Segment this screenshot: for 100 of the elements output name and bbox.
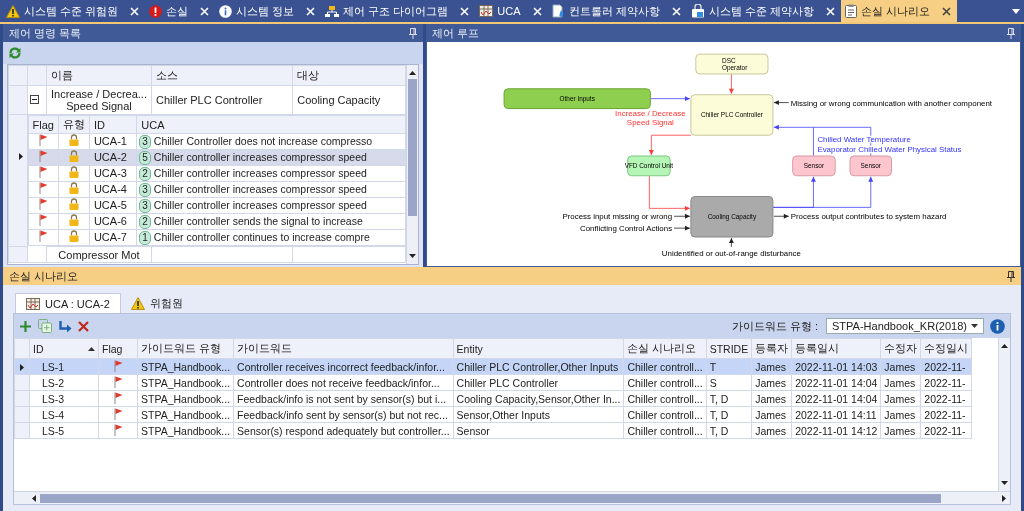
- table-cell: Cooling Capacity: [297, 94, 381, 106]
- scenario-row[interactable]: LS-1 STPA_Handbook... Controller receives incorrect feedback/infor... Chiller PLC Controller,Other Inputs Chiller controll... T James 2022-11-01 14:03 James 2022-11-: [14, 358, 972, 375]
- grid-icon: [479, 5, 494, 17]
- count-badge: 5: [139, 150, 151, 165]
- panel-tab[interactable]: 위험원: [120, 293, 193, 313]
- flag-icon: [38, 134, 48, 146]
- panel-title: 제어 루프: [432, 25, 480, 41]
- tab-label: 손실 시나리오: [860, 3, 930, 19]
- table-cell: STPA_Handbook...: [141, 424, 231, 437]
- table-cell: Controller does not receive feedback/infor...: [237, 376, 440, 389]
- table-cell: Cooling Capacity,Sensor,Other In...: [456, 392, 621, 405]
- flag-icon: [113, 391, 123, 404]
- dropdown-icon[interactable]: [1012, 8, 1020, 14]
- table-cell: Chiller Controller does not increase compresso: [153, 134, 373, 147]
- indent-button[interactable]: [58, 319, 72, 333]
- tab-label: 손실: [166, 3, 189, 19]
- scenario-row[interactable]: LS-5 STPA_Handbook... Sensor(s) respond adequately but controller... Sensor Chiller controll... T, D James 2022-11-01 14:12 James 2022-11-: [14, 422, 972, 439]
- flag-icon: [38, 198, 48, 210]
- info-icon: [219, 4, 233, 18]
- pin-icon[interactable]: [1007, 270, 1015, 282]
- document-tab[interactable]: 제어 구조 다이어그램: [321, 0, 476, 22]
- count-badge: 2: [139, 166, 151, 181]
- table-cell: Chiller controller sends the signal to increase: [153, 214, 363, 227]
- scenario-row[interactable]: LS-3 STPA_Handbook... Feedback/info is not sent by sensor(s) but i... Cooling Capacity,Sensor,Other In... Chiller controll... T, D James 2022-11-01 14:04 James 2022-11-: [14, 390, 972, 407]
- document-tab[interactable]: 시스템 수준 제약사항: [686, 0, 841, 22]
- lock-icon: [68, 230, 79, 242]
- add-button[interactable]: [19, 319, 32, 333]
- table-cell: Chiller controller increases compressor speed: [153, 182, 367, 195]
- document-tab[interactable]: 컨트롤러 제약사항: [547, 0, 687, 22]
- tab-label: UCA : UCA-2: [45, 297, 110, 310]
- column-header: Flag: [32, 118, 54, 131]
- count-badge: 1: [139, 230, 151, 245]
- caret-icon[interactable]: [971, 324, 978, 328]
- document-tab[interactable]: UCA: [475, 0, 548, 22]
- table-cell: James: [755, 360, 787, 373]
- scenario-row[interactable]: LS-2 STPA_Handbook... Controller does not receive feedback/infor... Chiller PLC Controller Chiller controll... S James 2022-11-01 14:04 James 2022-11-: [14, 374, 972, 391]
- scroll-up-icon[interactable]: [1001, 344, 1008, 348]
- table-cell: 2022-11-01 14:04: [795, 376, 878, 389]
- table-cell: 2022-11-: [924, 392, 966, 405]
- count-badge: 2: [139, 214, 151, 229]
- annotation-arrow: [673, 225, 691, 231]
- flag-icon: [113, 407, 123, 420]
- control-arrow: [728, 73, 734, 95]
- scroll-up-icon[interactable]: [409, 71, 416, 75]
- vertical-scrollbar[interactable]: [998, 338, 1010, 491]
- table-cell: James: [755, 408, 787, 421]
- table-cell: UCA-7: [93, 231, 127, 243]
- tab-label: 위험원: [149, 295, 183, 311]
- table-cell: T: [709, 360, 717, 373]
- refresh-button[interactable]: [8, 46, 22, 60]
- table-cell: Chiller controller increases compressor speed: [153, 198, 367, 211]
- table-cell: James: [755, 424, 787, 437]
- table-cell: LS-4: [42, 408, 65, 421]
- tab-label: 제어 구조 다이어그램: [343, 3, 449, 19]
- annotation-text: Conflicting Control Actions: [580, 224, 673, 234]
- clipboard-icon: [844, 4, 857, 18]
- column-header[interactable]: 가이드워드: [237, 341, 293, 356]
- guideword-type-dropdown[interactable]: STPA-Handbook_KR(2018): [826, 318, 984, 334]
- collapse-icon[interactable]: [30, 95, 39, 104]
- column-header[interactable]: Entity: [456, 342, 483, 355]
- scroll-down-icon[interactable]: [1001, 481, 1008, 485]
- table-cell: James: [755, 376, 787, 389]
- column-header: 이름: [51, 69, 73, 81]
- table-cell: 2022-11-01 14:03: [795, 360, 878, 373]
- table-cell: Controller receives incorrect feedback/infor...: [237, 360, 445, 373]
- control-arrow: [648, 134, 692, 156]
- close-icon[interactable]: [941, 6, 951, 16]
- scroll-left-icon[interactable]: [32, 494, 36, 502]
- flag-icon: [113, 423, 123, 436]
- column-header: UCA: [141, 118, 165, 131]
- horizontal-scrollbar[interactable]: [14, 491, 1010, 504]
- scroll-right-icon[interactable]: [1002, 494, 1006, 502]
- table-cell: STPA_Handbook...: [141, 392, 231, 405]
- panel-tab[interactable]: UCA : UCA-2: [15, 293, 121, 313]
- table-cell: Chiller controll...: [627, 424, 703, 437]
- table-cell: Chiller controll...: [627, 360, 703, 373]
- document-tab[interactable]: 시스템 수준 위험원: [2, 0, 146, 22]
- annotation-text: Process input missing or wrong: [562, 212, 673, 222]
- column-header[interactable]: ID: [33, 342, 44, 355]
- document-tab[interactable]: 손실 시나리오: [840, 0, 957, 22]
- table-cell: UCA-1: [93, 135, 127, 147]
- document-tab[interactable]: 시스템 정보: [215, 0, 322, 22]
- scroll-down-icon[interactable]: [409, 254, 416, 258]
- annotation-text: Process output contributes to system hazard: [790, 212, 947, 222]
- scenario-row[interactable]: LS-4 STPA_Handbook... Feedback/info sent by sensor(s) but not rec... Sensor,Other Inputs Chiller controll... T, D James 2022-11-01 14:11 James 2022-11-: [14, 406, 972, 423]
- lock-icon: [68, 166, 79, 178]
- document-tab[interactable]: 손실: [145, 0, 216, 22]
- control-arrow: [649, 175, 691, 211]
- table-cell: Chiller PLC Controller: [456, 376, 559, 389]
- table-cell: Sensor(s) respond adequately but controller...: [237, 424, 450, 437]
- flag-icon: [38, 150, 48, 162]
- table-cell: Sensor,Other Inputs: [456, 408, 550, 421]
- vertical-scrollbar[interactable]: [406, 65, 418, 264]
- table-cell: LS-1: [42, 360, 65, 373]
- control-action-label: Increase / Decrease Speed Signal: [615, 109, 686, 127]
- info-icon[interactable]: [990, 318, 1005, 334]
- table-cell: 2022-11-: [924, 408, 966, 421]
- table-cell: UCA-3: [93, 167, 127, 179]
- delete-button[interactable]: [78, 320, 89, 332]
- table-cell: 2022-11-: [924, 376, 966, 389]
